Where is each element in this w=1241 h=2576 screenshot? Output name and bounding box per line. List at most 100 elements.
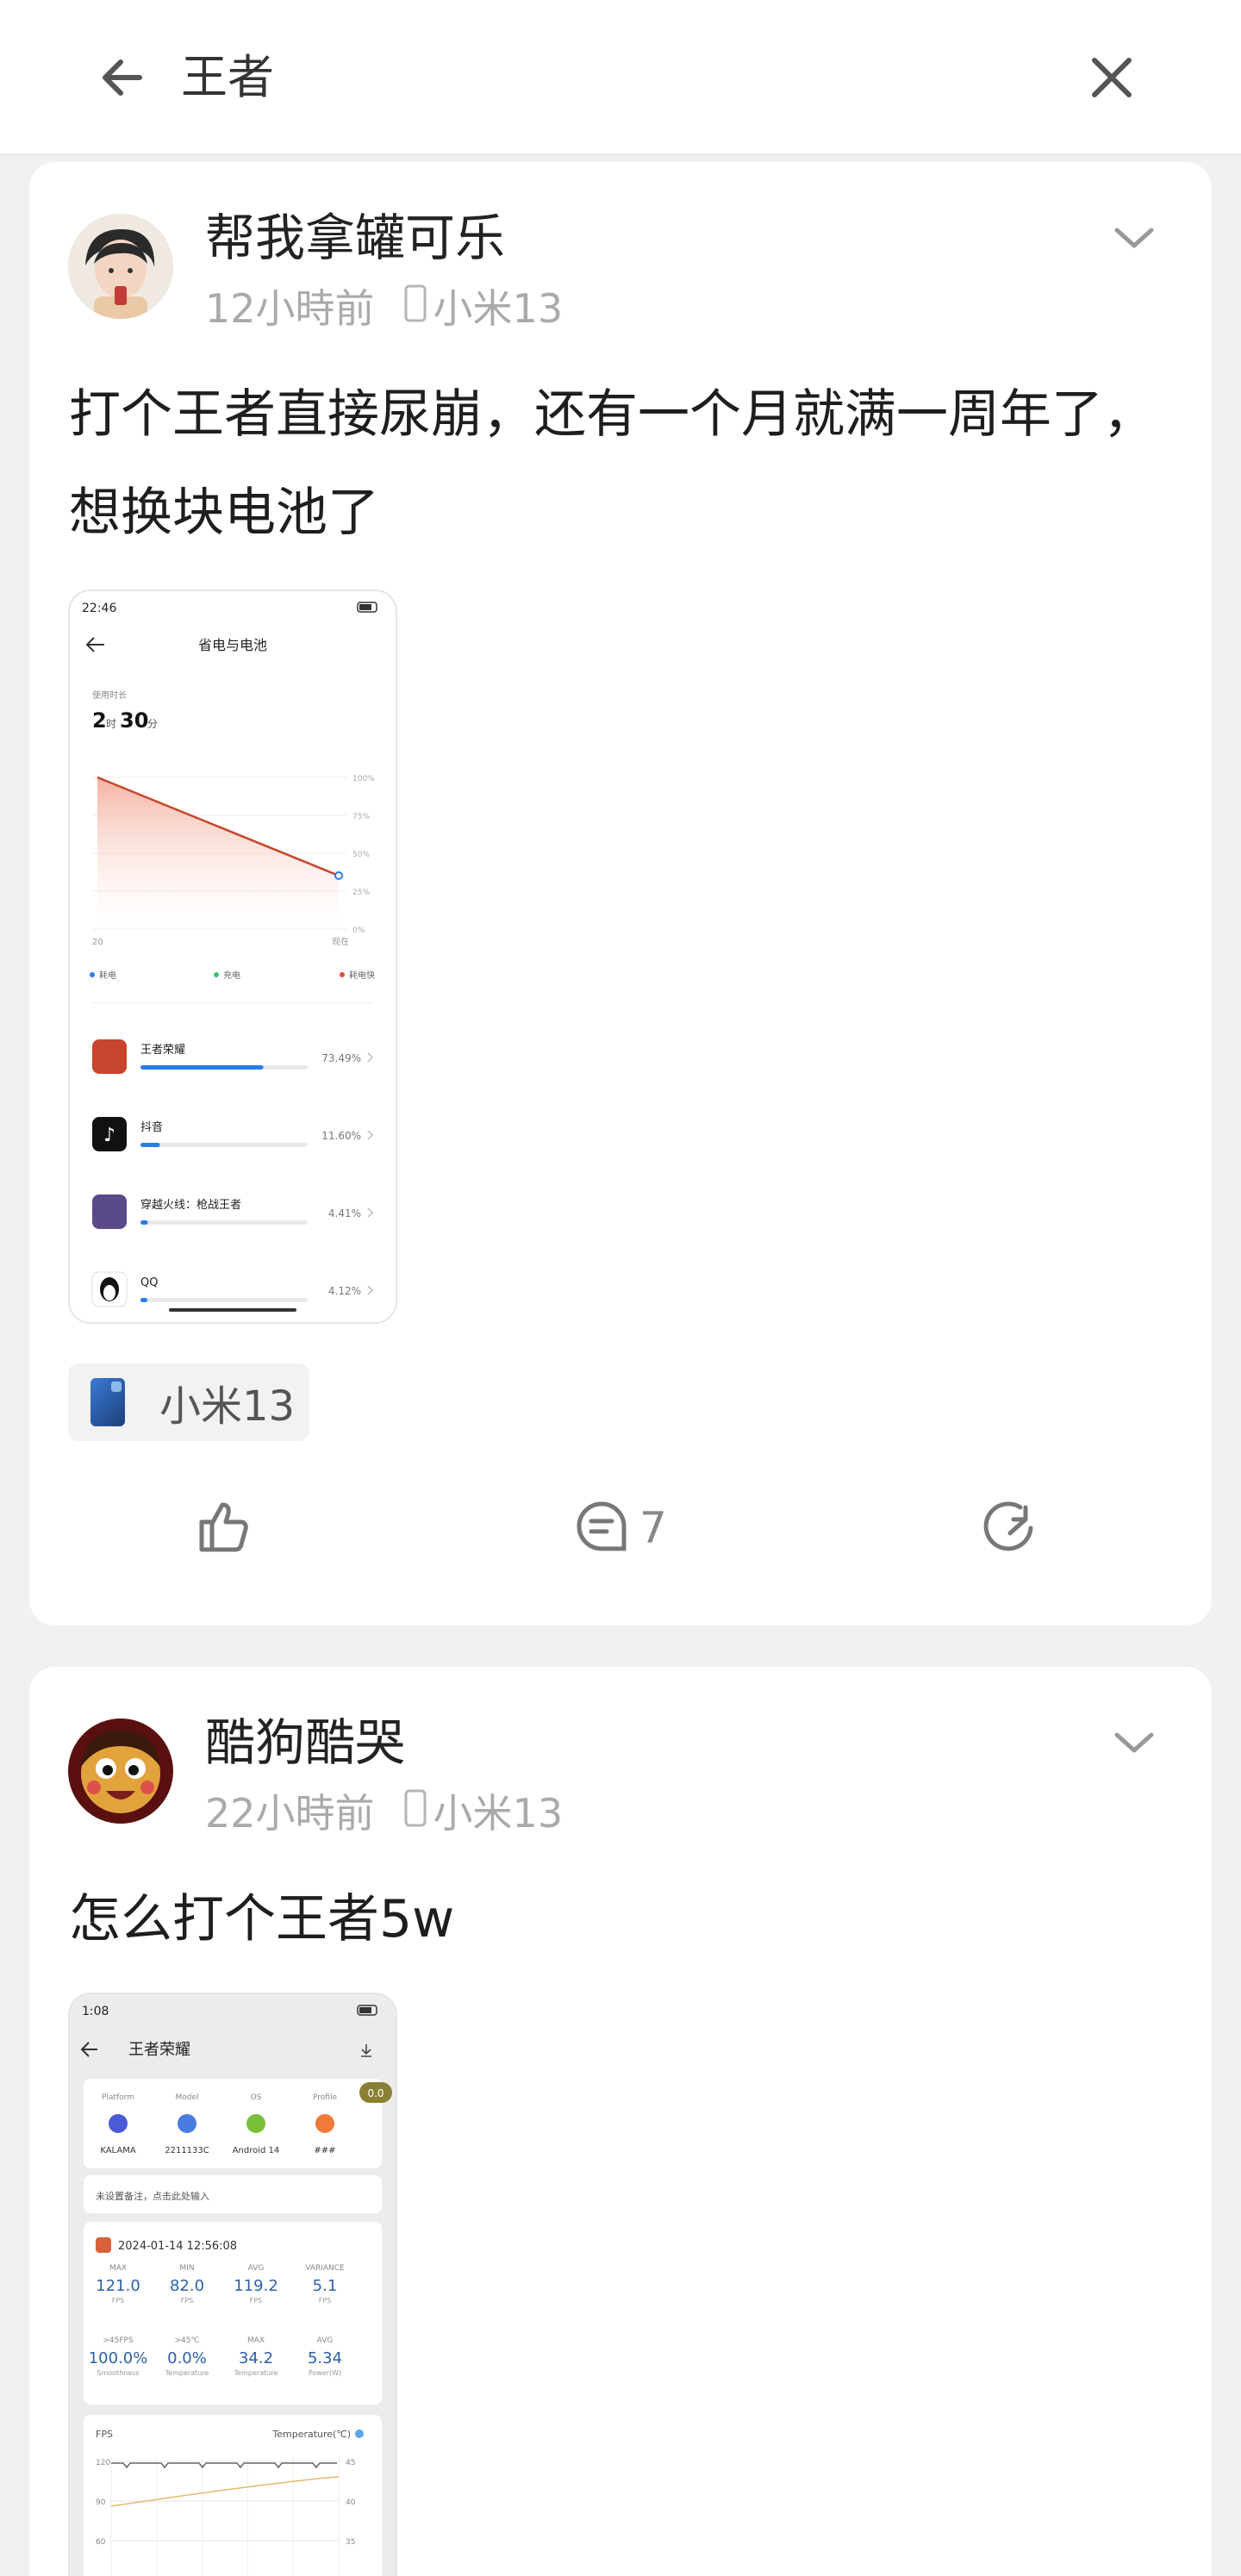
y-tick-label: 50% <box>352 851 370 859</box>
y-tick-label: 25% <box>352 889 370 897</box>
stat-value: 5.34 <box>308 2349 342 2367</box>
comment-icon <box>574 1499 629 1557</box>
stat-unit: Temperature <box>234 2369 278 2377</box>
info-header: Profile <box>313 2093 337 2102</box>
info-header: Model <box>175 2093 198 2102</box>
info-icon <box>246 2114 265 2133</box>
search-header: 王者 <box>0 0 1241 155</box>
usage-bar-fill <box>140 1143 160 1147</box>
post-device: 小米13 <box>433 285 564 332</box>
close-icon[interactable] <box>1079 45 1144 110</box>
stat-label: AVG <box>248 2264 265 2273</box>
app-percent: 11.60% <box>321 1130 361 1142</box>
like-button[interactable] <box>195 1481 252 1575</box>
usage-bar-fill <box>140 1065 264 1070</box>
legend-dot <box>214 972 219 977</box>
temp-tick: 35 <box>346 2538 355 2547</box>
phone-device-icon <box>90 1378 125 1426</box>
y-tick-label: 75% <box>352 813 370 821</box>
post-actions: 7 <box>29 1481 1212 1575</box>
y-tick-label: 0% <box>352 926 365 935</box>
stat-unit: Temperature <box>165 2369 209 2377</box>
temp-tick: 40 <box>346 2498 356 2507</box>
post-time: 22小時前 <box>205 1790 375 1837</box>
usage-bar-track <box>140 1298 308 1302</box>
stat-value: 5.1 <box>313 2277 338 2295</box>
svg-text:20: 20 <box>92 938 103 947</box>
app-name: 抖音 <box>140 1120 163 1134</box>
phone-icon <box>404 283 427 334</box>
stat-unit: Power(W) <box>309 2369 341 2377</box>
stat-value: 0.0% <box>167 2349 207 2367</box>
svg-text:2024-01-14 12:56:08: 2024-01-14 12:56:08 <box>118 2240 237 2253</box>
app-name: 王者荣耀 <box>140 1044 185 1057</box>
author-name[interactable]: 帮我拿罐可乐 <box>205 207 505 269</box>
stat-label: MAX <box>247 2336 265 2345</box>
stat-label: VARIANCE <box>305 2264 345 2273</box>
app-name: 穿越火线：枪战王者 <box>140 1198 241 1212</box>
usage-bar-fill <box>140 1220 148 1225</box>
legend-label: 充电 <box>223 970 240 981</box>
avatar[interactable] <box>68 1718 173 1824</box>
post-content[interactable]: 打个王者直接尿崩，还有一个月就满一周年了，想换块电池了 <box>69 365 1181 562</box>
stat-label: AVG <box>317 2336 334 2345</box>
thumbs-up-icon <box>195 1498 252 1558</box>
stat-unit: FPS <box>319 2297 332 2305</box>
info-value: KALAMA <box>100 2146 135 2155</box>
post-card[interactable]: 帮我拿罐可乐 12小時前 小米13 打个王者直接尿崩，还有一个月就满一周年了，想… <box>29 162 1212 1625</box>
share-button[interactable] <box>982 1481 1038 1575</box>
stat-unit: FPS <box>181 2297 194 2305</box>
info-value: Android 14 <box>233 2146 280 2155</box>
post-meta: 12小時前 小米13 <box>205 283 563 334</box>
post-image[interactable]: 22:46 省电与电池 使用时长 2 时 30 分 100% 75% 50% 25% 0… <box>68 589 397 1324</box>
post-card[interactable]: 酷狗酷哭 22小時前 小米13 怎么打个王者5w 1:08 王者荣耀 0.0 P… <box>29 1667 1212 2576</box>
stat-unit: FPS <box>112 2297 125 2305</box>
status-time: 22:46 <box>82 602 116 615</box>
stat-label: >45℃ <box>174 2336 199 2345</box>
honor-of-kings-icon <box>92 1039 127 1074</box>
comment-count: 7 <box>639 1503 667 1553</box>
usage-bar-fill <box>140 1298 147 1302</box>
usage-bar-track <box>140 1220 308 1225</box>
phone-icon <box>404 1787 427 1839</box>
app-percent: 4.12% <box>328 1285 361 1297</box>
svg-text:现在: 现在 <box>332 937 349 947</box>
info-header: Platform <box>102 2093 134 2102</box>
info-value: ### <box>314 2146 335 2155</box>
post-meta: 22小時前 小米13 <box>205 1787 563 1839</box>
legend-label: 耗电快 <box>349 970 375 981</box>
svg-text:0.0: 0.0 <box>367 2087 384 2099</box>
post-image[interactable]: 1:08 王者荣耀 0.0 Platform KALAMA Model 2211133… <box>68 1993 397 2576</box>
stat-label: MIN <box>179 2264 194 2273</box>
stat-unit: FPS <box>250 2297 263 2305</box>
svg-text:30: 30 <box>120 708 148 733</box>
crossfire-icon <box>92 1194 127 1229</box>
device-tag-label: 小米13 <box>159 1382 296 1431</box>
info-value: 2211133C <box>165 2146 209 2155</box>
info-icon <box>109 2114 128 2133</box>
share-icon <box>982 1499 1038 1557</box>
qq-penguin-belly <box>103 1285 115 1300</box>
back-arrow-icon[interactable] <box>90 45 155 110</box>
chevron-down-icon[interactable] <box>1107 210 1162 265</box>
legend-label: 耗电 <box>99 970 116 981</box>
comment-button[interactable]: 7 <box>574 1481 667 1575</box>
post-time: 12小時前 <box>205 285 375 332</box>
usage-label: 使用时长 <box>92 689 127 701</box>
stat-label: MAX <box>109 2264 127 2273</box>
svg-text:2: 2 <box>92 708 107 733</box>
post-content[interactable]: 怎么打个王者5w <box>69 1870 1181 1968</box>
chevron-down-icon[interactable] <box>1107 1715 1162 1770</box>
temp-tick: 45 <box>346 2459 355 2467</box>
avatar[interactable] <box>68 214 173 319</box>
app-percent: 73.49% <box>321 1052 361 1064</box>
author-name[interactable]: 酷狗酷哭 <box>205 1712 405 1774</box>
fps-tick: 60 <box>96 2538 106 2547</box>
stat-unit: Smoothness <box>97 2369 139 2377</box>
device-tag[interactable]: 小米13 <box>68 1363 309 1441</box>
svg-text:Temperature(℃): Temperature(℃) <box>271 2429 351 2440</box>
search-query[interactable]: 王者 <box>181 48 274 107</box>
svg-text:FPS: FPS <box>96 2429 113 2440</box>
app-percent: 4.41% <box>328 1207 361 1219</box>
info-header: OS <box>251 2093 262 2102</box>
